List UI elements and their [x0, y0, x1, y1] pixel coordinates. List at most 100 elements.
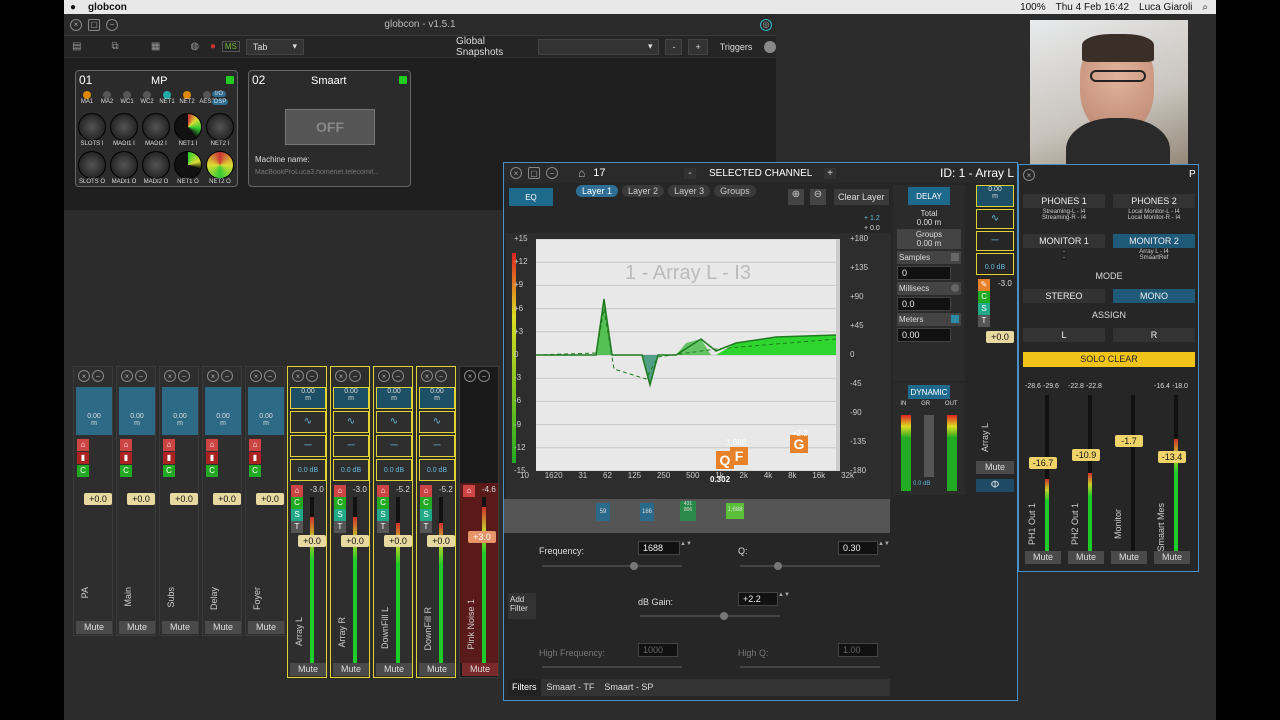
view-grid-icon[interactable]: ▦ — [151, 41, 164, 52]
gain-slider[interactable] — [640, 612, 780, 620]
knob-icon[interactable] — [174, 113, 202, 141]
close-icon[interactable]: × — [464, 370, 476, 382]
q-input[interactable]: 0.30 — [838, 541, 878, 555]
close-icon[interactable]: × — [421, 370, 433, 382]
knob-icon[interactable] — [174, 151, 202, 179]
band-marker[interactable]: 431 806 — [680, 501, 696, 521]
f-handle[interactable]: F — [730, 447, 748, 465]
mute-button[interactable]: Mute — [333, 663, 369, 676]
fader-handle[interactable]: +0.0 — [298, 535, 326, 547]
fader-handle[interactable]: +0.0 — [986, 331, 1014, 343]
meters-input[interactable]: 0.00 — [897, 328, 951, 342]
close-icon[interactable]: × — [378, 370, 390, 382]
mute-button[interactable]: Mute — [205, 621, 241, 634]
mute-button[interactable]: Mute — [162, 621, 198, 634]
mute-button[interactable]: Mute — [1154, 551, 1190, 564]
c-button[interactable]: C — [77, 465, 89, 477]
prev-channel-button[interactable]: - — [684, 167, 696, 179]
monitor-strip[interactable]: -1.7 Monitor Mute — [1109, 379, 1149, 565]
slider-thumb[interactable] — [720, 612, 728, 620]
close-icon[interactable]: × — [510, 167, 522, 179]
dyn-preview[interactable]: ─ — [333, 435, 369, 457]
s-button[interactable]: S — [420, 509, 432, 521]
fader-handle[interactable]: -13.4 — [1158, 451, 1186, 463]
mute-button[interactable]: Mute — [119, 621, 155, 634]
fader-handle[interactable]: +0.0 — [84, 493, 112, 505]
frequency-input[interactable]: 1688 — [638, 541, 680, 555]
samples-toggle[interactable] — [951, 253, 959, 261]
tab-layer-2[interactable]: Layer 2 — [622, 185, 665, 197]
monitor-2-button[interactable]: MONITOR 2 — [1113, 234, 1195, 248]
c-button[interactable]: C — [206, 465, 218, 477]
menubar-date[interactable]: Thu 4 Feb 16:42 — [1056, 2, 1129, 13]
ms-button[interactable]: MS — [221, 41, 240, 52]
dyn-preview[interactable]: ─ — [376, 435, 412, 457]
c-button[interactable]: C — [978, 291, 990, 303]
channel-strip[interactable]: × − 0.00 m ⌂ ▮ C +0.0 Main Mute — [116, 366, 156, 636]
knob-icon[interactable] — [206, 113, 234, 141]
channel-strip[interactable]: × − 0.00 m ⌂ ▮ C +0.0 PA Mute — [73, 366, 113, 636]
view-list-icon[interactable]: ▤ — [72, 41, 85, 52]
c-button[interactable]: C — [249, 465, 261, 477]
status-icon[interactable]: ◎ — [760, 18, 772, 31]
close-icon[interactable]: × — [78, 370, 90, 382]
add-filter-button[interactable]: Add Filter — [508, 593, 536, 619]
dyn-preview[interactable]: ─ — [976, 231, 1014, 251]
layout-icon[interactable]: ▢ — [528, 167, 540, 179]
band-marker[interactable]: 59 — [596, 503, 610, 521]
fader-handle[interactable]: +0.0 — [213, 493, 241, 505]
monitor-strip[interactable]: -28.6 -29.6 -16.7 PH1 Out 1 Mute — [1023, 379, 1063, 565]
slider-thumb[interactable] — [630, 562, 638, 570]
eq-preview[interactable]: ∿ — [290, 411, 326, 433]
home-icon[interactable]: ⌂ — [578, 166, 585, 180]
next-channel-button[interactable]: + — [824, 167, 836, 179]
home-icon[interactable]: ⌂ — [420, 485, 432, 497]
fader-handle[interactable]: -1.7 — [1115, 435, 1143, 447]
channel-strip[interactable]: × − 0.00 m ∿ ─ 0.0 dB ⌂ -3.0 C S T +0.0 A… — [330, 366, 370, 678]
record-icon[interactable]: ● — [210, 41, 216, 52]
minimize-icon[interactable]: − — [178, 370, 190, 382]
high-q-slider[interactable] — [740, 666, 880, 668]
fader-handle[interactable]: +0.0 — [427, 535, 455, 547]
home-icon[interactable]: ⌂ — [249, 439, 261, 451]
t-button[interactable]: T — [420, 521, 432, 533]
minimize-icon[interactable]: − — [435, 370, 447, 382]
tab-filters[interactable]: Filters — [508, 679, 541, 696]
millisecs-toggle[interactable] — [951, 284, 959, 292]
slider-thumb[interactable] — [774, 562, 782, 570]
snapshot-minus-button[interactable]: - — [665, 38, 683, 55]
gain-input[interactable]: +2.2 — [738, 592, 778, 606]
millisecs-input[interactable]: 0.0 — [897, 297, 951, 311]
mic-icon[interactable]: ▮ — [249, 452, 261, 464]
assign-r-button[interactable]: R — [1113, 328, 1195, 342]
apple-icon[interactable]: ● — [64, 2, 82, 13]
minimize-icon[interactable]: − — [92, 370, 104, 382]
home-icon[interactable]: ⌂ — [377, 485, 389, 497]
q-stepper[interactable]: ▲▼ — [878, 541, 890, 547]
tab-smaart-sp[interactable]: Smaart - SP — [600, 679, 657, 696]
band-marker[interactable]: 1,688 — [726, 503, 744, 519]
close-icon[interactable]: × — [121, 370, 133, 382]
mic-icon[interactable]: ▮ — [206, 452, 218, 464]
channel-strip[interactable]: × − 0.00 m ∿ ─ 0.0 dB ⌂ -5.2 C S T +0.0 D… — [416, 366, 456, 678]
t-button[interactable]: T — [978, 315, 990, 327]
menubar-app-name[interactable]: globcon — [88, 2, 127, 13]
mute-button[interactable]: Mute — [1068, 551, 1104, 564]
dynamic-tab[interactable]: DYNAMIC — [908, 385, 950, 399]
channel-strip[interactable]: × − 0.00 m ⌂ ▮ C +0.0 Foyer Mute — [245, 366, 285, 636]
close-icon[interactable]: × — [164, 370, 176, 382]
close-icon[interactable]: × — [1023, 169, 1035, 181]
c-button[interactable]: C — [120, 465, 132, 477]
channel-strip[interactable]: × − 0.00 m ⌂ ▮ C +0.0 Subs Mute — [159, 366, 199, 636]
mute-button[interactable]: Mute — [76, 621, 112, 634]
minimize-icon[interactable]: − — [221, 370, 233, 382]
mic-icon[interactable]: ▮ — [77, 452, 89, 464]
solo-clear-button[interactable]: SOLO CLEAR — [1023, 352, 1195, 367]
mute-button[interactable]: Mute — [462, 663, 498, 676]
band-marker[interactable]: 186 — [640, 503, 654, 521]
fader-handle[interactable]: -16.7 — [1029, 457, 1057, 469]
eq-preview[interactable]: ∿ — [419, 411, 455, 433]
s-button[interactable]: S — [978, 303, 990, 315]
view-copy-icon[interactable]: ⧉ — [111, 41, 124, 52]
side-strip[interactable]: 0.00 m ∿ ─ 0.0 dB ✎ -3.0 C S T +0.0 Array… — [976, 185, 1016, 497]
